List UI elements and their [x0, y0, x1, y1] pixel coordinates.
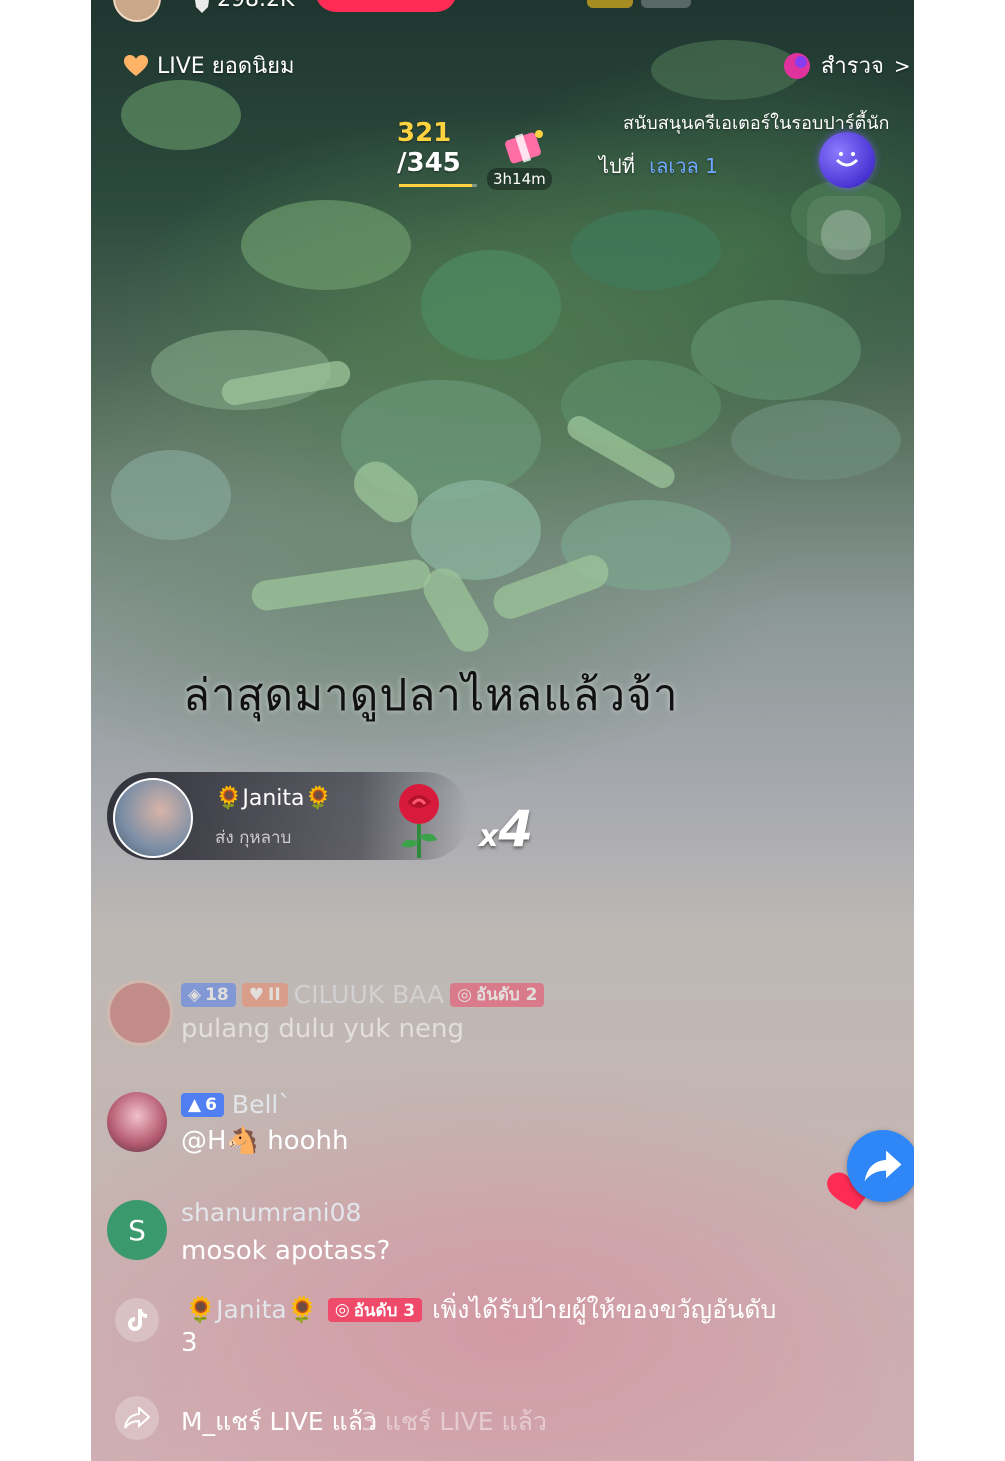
chat-username[interactable]: Bell` — [232, 1090, 291, 1119]
floating-button[interactable] — [807, 196, 885, 274]
fan-level: II — [268, 984, 281, 1005]
goal-total: /345 — [397, 148, 461, 178]
chat-message: @H🐴 hoohh — [181, 1126, 349, 1156]
viewer-icon — [193, 0, 211, 14]
chat-username[interactable]: 🌻Janita🌻 — [185, 1295, 318, 1325]
stream-caption: ล่าสุดมาดูปลาไหลแล้วจ้า — [183, 670, 679, 721]
live-popular-label: LIVE ยอดนิยม — [157, 54, 295, 79]
creator-promo-goto: ไปที่ เลเวล 1 — [599, 150, 718, 182]
party-orb-icon[interactable] — [819, 132, 875, 188]
viewer-count: 298.2K — [217, 0, 294, 12]
gift-box-icon — [499, 122, 549, 168]
gift-banner[interactable]: 🌻Janita🌻 ส่ง กุหลาบ — [107, 772, 469, 860]
chat-avatar[interactable]: S — [107, 1200, 167, 1260]
diamond-icon: ◈ — [188, 984, 202, 1005]
chat-item[interactable]: 🌻Janita🌻 ◎ อันดับ 3 เพิ่งได้รับป้ายผู้ให… — [107, 1288, 907, 1368]
chat-avatar[interactable] — [107, 1092, 167, 1152]
triangle-icon: ▲ — [188, 1094, 202, 1115]
goto-prefix: ไปที่ — [599, 154, 635, 178]
rose-icon — [383, 780, 455, 860]
gift-multiplier-x: x — [479, 819, 499, 854]
share-arrow-icon — [115, 1396, 159, 1440]
chevron-right-icon: > — [893, 53, 911, 78]
live-stream-view: 298.2K LIVE ยอดนิยม สำรวจ > 321 /345 3 — [91, 0, 914, 1461]
heart-icon: ♥ — [248, 984, 264, 1005]
share-button[interactable] — [847, 1130, 914, 1202]
chat-message: เพิ่งได้รับป้ายผู้ให้ของขวัญอันดับ — [432, 1295, 777, 1324]
rank-label: อันดับ 2 — [476, 985, 538, 1005]
chat-badge-row: 🌻Janita🌻 ◎ อันดับ 3 เพิ่งได้รับป้ายผู้ให… — [185, 1290, 776, 1330]
top-user-badge[interactable] — [641, 0, 691, 8]
host-avatar[interactable] — [113, 0, 161, 22]
chat-item[interactable]: ◈ 18 ♥ II CILUUK BAA ◎ อันดับ 2 pulang d… — [107, 976, 707, 1056]
goal-timer: 3h14m — [487, 168, 552, 190]
chat-message: mosok apotass? — [181, 1236, 391, 1266]
goto-level[interactable]: เลเวล 1 — [649, 154, 718, 178]
explore-icon — [783, 52, 811, 80]
chat-item[interactable]: S shanumrani08 mosok apotass? — [107, 1198, 707, 1278]
gift-sender-name: 🌻Janita🌻 — [215, 786, 332, 811]
explore-link[interactable]: สำรวจ > — [783, 48, 911, 83]
chat-username[interactable]: CILUUK BAA — [294, 980, 445, 1009]
top-rank-badge[interactable] — [587, 0, 633, 8]
chat-username[interactable]: shanumrani08 — [181, 1198, 361, 1227]
letterbox-right — [914, 0, 1005, 1461]
chat-message: pulang dulu yuk neng — [181, 1014, 464, 1044]
goal-widget[interactable]: 321 /345 3h14m — [391, 112, 561, 192]
gift-action-text: ส่ง กุหลาบ — [215, 828, 292, 848]
fan-badge: ♥ II — [241, 982, 288, 1007]
gift-multiplier-n: 4 — [498, 800, 534, 858]
medal-icon: ◎ — [457, 984, 473, 1005]
medal-icon: ◎ — [334, 1300, 350, 1320]
level-number: 18 — [205, 984, 229, 1005]
goal-progress-track — [399, 184, 477, 187]
explore-label: สำรวจ — [821, 54, 884, 79]
goal-progress-fill — [399, 184, 472, 187]
follow-button[interactable] — [315, 0, 457, 12]
tiktok-icon — [115, 1298, 159, 1342]
chat-item[interactable]: 3 แชร์ LIVE แล้ว M_แชร์ LIVE แล้ว — [107, 1390, 807, 1450]
level-badge: ◈ 18 — [181, 982, 236, 1007]
chat-message-ghost: 3 แชร์ LIVE แล้ว — [361, 1407, 547, 1436]
gift-sender-avatar[interactable] — [113, 778, 193, 858]
creator-promo-banner[interactable]: สนับสนุนครีเอเตอร์ในรอบปาร์ตี้นัก ไปที่ … — [581, 96, 911, 188]
level-number: 6 — [205, 1094, 217, 1115]
goal-current: 321 — [397, 118, 452, 148]
letterbox-left — [0, 0, 91, 1461]
chat-item[interactable]: ▲ 6 Bell` @H🐴 hoohh — [107, 1088, 707, 1168]
level-badge: ▲ 6 — [181, 1092, 224, 1117]
chat-badge-row: ▲ 6 Bell` — [181, 1090, 291, 1119]
rank-badge: ◎ อันดับ 2 — [450, 982, 545, 1007]
rank-label: อันดับ 3 — [353, 1300, 416, 1321]
gift-multiplier: x4 — [479, 800, 533, 858]
chat-message: M_แชร์ LIVE แล้ว — [181, 1407, 378, 1436]
chat-badge-row: ◈ 18 ♥ II CILUUK BAA ◎ อันดับ 2 — [181, 980, 545, 1009]
chat-message-continued: 3 — [181, 1328, 198, 1358]
live-popular-link[interactable]: LIVE ยอดนิยม — [123, 48, 295, 83]
heart-icon — [123, 54, 149, 78]
rank-badge: ◎ อันดับ 3 — [327, 1298, 423, 1322]
chat-avatar[interactable] — [107, 980, 173, 1046]
